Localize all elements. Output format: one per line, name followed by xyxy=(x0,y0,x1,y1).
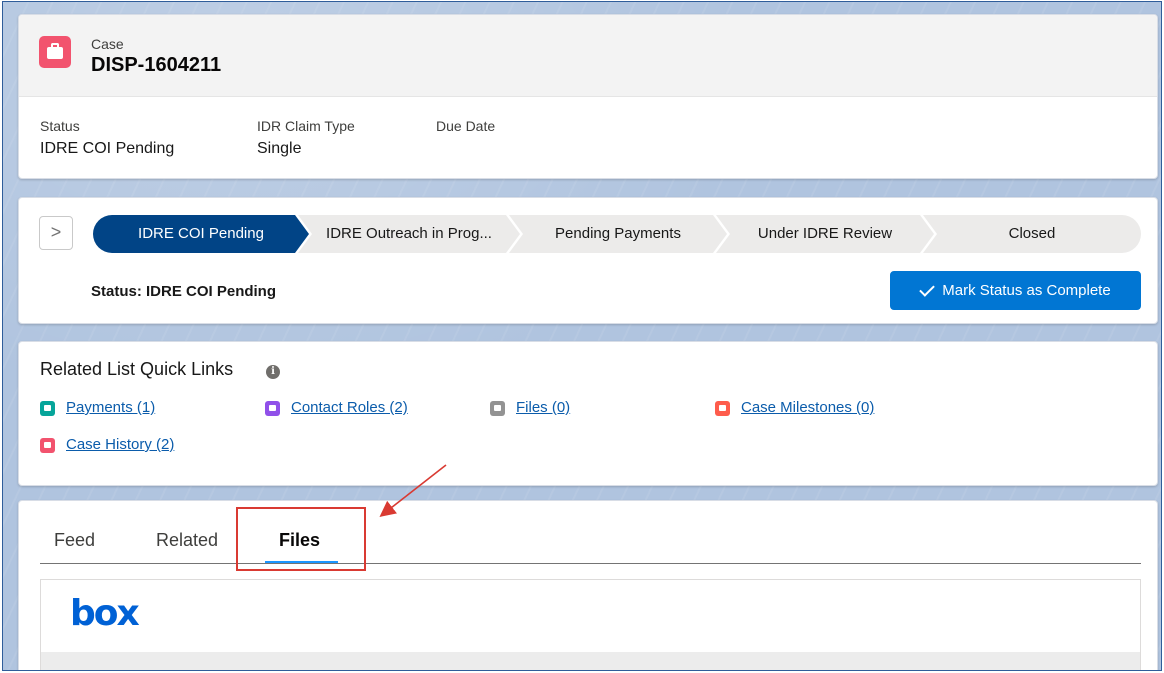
annotation-arrow-icon xyxy=(379,464,447,517)
